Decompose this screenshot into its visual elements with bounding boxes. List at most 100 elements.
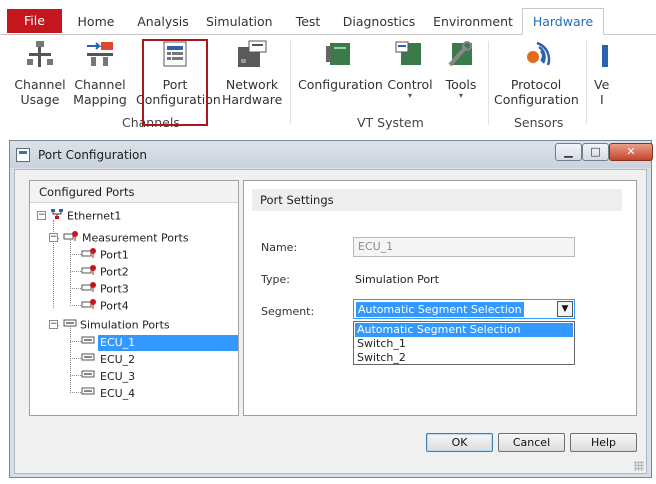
tab-test[interactable]: Test (290, 12, 326, 34)
tree-line (70, 305, 81, 306)
control-chevron-down-icon: ▾ (407, 91, 412, 100)
collapse-toggle-simulation-ports[interactable]: − (49, 320, 58, 329)
ok-button[interactable]: OK (426, 433, 493, 452)
type-value: Simulation Port (355, 273, 439, 286)
port-settings-panel: Port Settings Name: ECU_1 Type: Simulati… (243, 180, 637, 416)
configured-ports-header: Configured Ports (30, 181, 238, 203)
tree-label-ecu4: ECU_4 (100, 386, 136, 400)
network-hardware-label-1: Network (225, 77, 279, 92)
tree-label-port2: Port2 (100, 265, 129, 279)
collapse-toggle-ethernet1[interactable]: − (37, 211, 46, 220)
tree-label-ecu3: ECU_3 (100, 369, 136, 383)
minimize-button[interactable]: ▁ (555, 143, 582, 161)
simulation-port-icon (81, 351, 95, 368)
name-field[interactable]: ECU_1 (353, 237, 575, 257)
tree-label-measurement-ports: Measurement Ports (82, 231, 189, 245)
tree-node-ecu3[interactable]: ECU_3 (81, 368, 135, 384)
tab-diagnostics[interactable]: Diagnostics (342, 12, 416, 34)
protocol-configuration-button[interactable]: Protocol Configuration (494, 39, 579, 107)
measurement-port-group-icon (63, 230, 79, 247)
group-label-sensors: Sensors (514, 115, 564, 130)
dialog-titlebar[interactable]: Port Configuration ▁ □ ✕ (10, 141, 653, 168)
tree-label-port4: Port4 (100, 299, 129, 313)
network-icon (50, 208, 64, 225)
channel-usage-icon (23, 39, 57, 71)
tab-file[interactable]: File (7, 9, 62, 33)
channel-mapping-label-2: Mapping (73, 92, 127, 107)
tree-line (70, 341, 81, 342)
tree-label-simulation-ports: Simulation Ports (80, 318, 170, 332)
tools-dropdown-button[interactable]: Tools ▾ (440, 39, 482, 100)
tools-chevron-down-icon: ▾ (458, 91, 463, 100)
channel-mapping-button[interactable]: Channel Mapping (73, 39, 127, 107)
tree-label-ethernet1: Ethernet1 (67, 209, 122, 223)
ribbon-tab-bar: File Home Analysis Simulation Test Diagn… (0, 0, 656, 35)
segment-label: Segment: (261, 305, 315, 318)
port-configuration-dialog: Port Configuration ▁ □ ✕ Configured Port… (9, 140, 653, 478)
tree-line (70, 375, 81, 376)
tree-line (70, 271, 81, 272)
partial-ribbon-button[interactable]: Ve I (594, 39, 618, 107)
resize-grip-icon[interactable] (634, 461, 644, 471)
network-hardware-button[interactable]: Network Hardware (222, 39, 282, 107)
segment-selected-value: Automatic Segment Selection (356, 302, 524, 317)
segment-option-switch-2[interactable]: Switch_2 (355, 351, 573, 365)
tab-home[interactable]: Home (74, 12, 118, 34)
ribbon-panel: Channel Usage Channel Mapping Port Confi… (0, 35, 656, 135)
help-button[interactable]: Help (570, 433, 637, 452)
simulation-port-icon (81, 385, 95, 402)
segment-option-automatic[interactable]: Automatic Segment Selection (355, 323, 573, 337)
partial-button-icon (600, 39, 610, 71)
vt-configuration-button[interactable]: Configuration (298, 39, 383, 92)
segment-dropdown[interactable]: Automatic Segment Selection ▼ (353, 299, 575, 319)
cancel-button[interactable]: Cancel (498, 433, 565, 452)
measurement-port-icon (81, 247, 97, 264)
sensor-icon (519, 39, 553, 71)
ribbon-separator (290, 41, 291, 125)
tree-node-port1[interactable]: Port1 (81, 247, 129, 263)
tree-node-ecu1[interactable]: ECU_1 (81, 334, 238, 351)
tree-node-ecu4[interactable]: ECU_4 (81, 385, 135, 401)
tree-label-port1: Port1 (100, 248, 129, 262)
tree-label-ecu1-selected: ECU_1 (98, 334, 238, 351)
control-icon (393, 39, 427, 71)
collapse-toggle-measurement-ports[interactable]: − (49, 233, 58, 242)
tree-node-ethernet1[interactable]: Ethernet1 (50, 208, 121, 224)
close-button[interactable]: ✕ (609, 143, 653, 161)
dropdown-arrow-icon[interactable]: ▼ (557, 301, 573, 317)
configured-ports-panel: Configured Ports − − − Ethernet1 Measure… (29, 180, 239, 416)
tree-node-measurement-ports[interactable]: Measurement Ports (63, 230, 189, 246)
simulation-port-icon (81, 368, 95, 385)
channel-mapping-label-1: Channel (74, 77, 126, 92)
vt-configuration-icon (322, 39, 356, 71)
network-hardware-icon (235, 39, 269, 71)
segment-options-list: Automatic Segment Selection Switch_1 Swi… (353, 321, 575, 365)
tools-icon (444, 39, 478, 71)
tree-line (70, 392, 81, 393)
tab-simulation[interactable]: Simulation (206, 12, 273, 34)
tree-node-port2[interactable]: Port2 (81, 264, 129, 280)
tree-node-port4[interactable]: Port4 (81, 298, 129, 314)
partial-label-2: I (600, 92, 604, 107)
tree-line (70, 358, 81, 359)
type-label: Type: (261, 273, 290, 286)
tree-node-simulation-ports[interactable]: Simulation Ports (63, 317, 170, 333)
simulation-port-icon (81, 334, 95, 351)
group-label-vt-system: VT System (357, 115, 424, 130)
segment-option-switch-1[interactable]: Switch_1 (355, 337, 573, 351)
tree-label-port3: Port3 (100, 282, 129, 296)
annotation-highlight-box (142, 39, 208, 126)
tree-line (70, 254, 81, 255)
channel-usage-label-2: Usage (20, 92, 60, 107)
tab-analysis[interactable]: Analysis (134, 12, 192, 34)
channel-usage-button[interactable]: Channel Usage (14, 39, 66, 107)
protocol-configuration-label-2: Configuration (494, 92, 579, 107)
tree-node-port3[interactable]: Port3 (81, 281, 129, 297)
tab-hardware[interactable]: Hardware (522, 8, 604, 35)
tab-environment[interactable]: Environment (433, 12, 513, 34)
maximize-button[interactable]: □ (582, 143, 609, 161)
control-dropdown-button[interactable]: Control ▾ (386, 39, 434, 100)
tree-node-ecu2[interactable]: ECU_2 (81, 351, 135, 367)
measurement-port-icon (81, 281, 97, 298)
control-label: Control (387, 77, 433, 92)
